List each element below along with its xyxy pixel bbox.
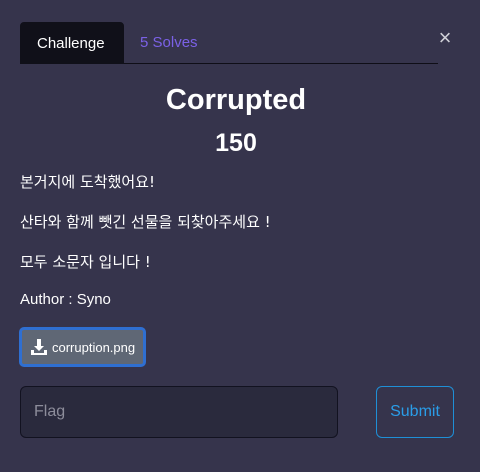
flag-input[interactable] [20,386,338,438]
challenge-modal: Challenge 5 Solves × Corrupted 150 본거지에 … [0,0,480,472]
challenge-author: Author : Syno [20,291,111,308]
close-icon[interactable]: × [436,26,454,50]
description-line: 본거지에 도착했어요! [20,173,155,191]
tab-challenge[interactable]: Challenge [20,22,124,64]
file-name: corruption.png [52,339,136,355]
challenge-tabs: Challenge 5 Solves [20,22,438,64]
challenge-value: 150 [215,129,257,157]
download-icon [31,339,47,355]
challenge-name: Corrupted [165,84,307,116]
description-line: 모두 소문자 입니다 ! [20,253,151,271]
file-download-button[interactable]: corruption.png [19,327,146,367]
tab-solves[interactable]: 5 Solves [124,22,214,64]
description-line: 산타와 함께 뺏긴 선물을 되찾아주세요 ! [20,213,271,231]
submit-button[interactable]: Submit [376,386,454,438]
